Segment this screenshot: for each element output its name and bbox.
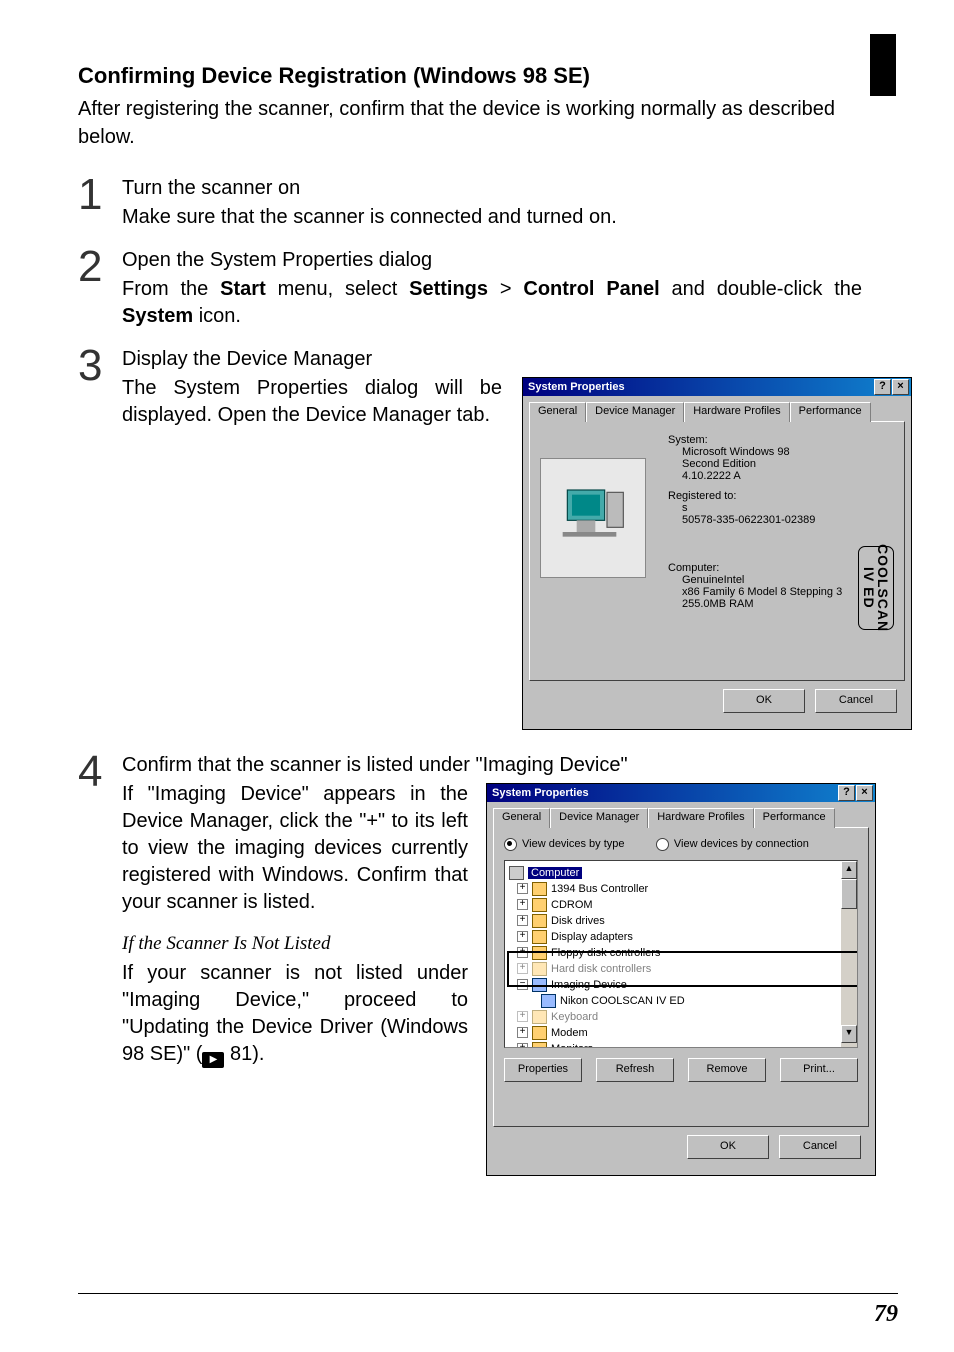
- tab-hardware-profiles[interactable]: Hardware Profiles: [648, 808, 753, 828]
- tab-hardware-profiles[interactable]: Hardware Profiles: [684, 402, 789, 422]
- edge-tab-marker: [870, 34, 896, 96]
- tab-performance[interactable]: Performance: [754, 808, 835, 828]
- system-value: Second Edition: [668, 458, 842, 470]
- help-button[interactable]: ?: [838, 785, 855, 801]
- computer-value: 255.0MB RAM: [668, 598, 842, 610]
- scroll-thumb[interactable]: [841, 879, 857, 909]
- radio-view-by-type[interactable]: View devices by type: [504, 838, 625, 851]
- step-text: Make sure that the scanner is connected …: [122, 204, 862, 231]
- page-footer-rule: [78, 1293, 898, 1294]
- ok-button[interactable]: OK: [723, 689, 805, 713]
- tree-item[interactable]: Floppy disk controllers: [551, 947, 660, 959]
- dialog-title: System Properties: [492, 784, 589, 802]
- scroll-up-button[interactable]: ▲: [841, 861, 857, 879]
- tab-general[interactable]: General: [493, 808, 550, 828]
- t: and double-click the: [660, 278, 862, 300]
- tab-performance[interactable]: Performance: [790, 402, 871, 422]
- cancel-button[interactable]: Cancel: [815, 689, 897, 713]
- system-properties-dialog-general: System Properties ? × General Device Man…: [522, 377, 912, 730]
- section-title: Confirming Device Registration (Windows …: [78, 62, 862, 91]
- step-title: Open the System Properties dialog: [122, 247, 862, 274]
- step-title: Display the Device Manager: [122, 346, 912, 373]
- step-number: 4: [78, 750, 104, 1176]
- t: menu, select: [266, 278, 409, 300]
- step-3: 3 Display the Device Manager The System …: [78, 344, 862, 730]
- step-text: From the Start menu, select Settings > C…: [122, 276, 862, 330]
- help-button[interactable]: ?: [874, 379, 891, 395]
- radio-label: View devices by type: [522, 838, 625, 850]
- system-value: Microsoft Windows 98: [668, 446, 842, 458]
- computer-value: x86 Family 6 Model 8 Stepping 3: [668, 586, 842, 598]
- refresh-button[interactable]: Refresh: [596, 1058, 674, 1082]
- properties-button[interactable]: Properties: [504, 1058, 582, 1082]
- intro-text: After registering the scanner, confirm t…: [78, 95, 862, 151]
- system-info-block: System: Microsoft Windows 98 Second Edit…: [668, 432, 842, 610]
- tab-strip: General Device Manager Hardware Profiles…: [529, 402, 905, 422]
- computer-illustration-icon: [540, 458, 646, 578]
- page-number: 79: [874, 1301, 898, 1328]
- remove-button[interactable]: Remove: [688, 1058, 766, 1082]
- radio-view-by-connection[interactable]: View devices by connection: [656, 838, 809, 851]
- step-title: Turn the scanner on: [122, 175, 862, 202]
- bold: Start: [220, 278, 266, 300]
- tab-device-manager[interactable]: Device Manager: [550, 808, 648, 828]
- system-value: 4.10.2222 A: [668, 470, 842, 482]
- tab-strip: General Device Manager Hardware Profiles…: [493, 808, 869, 828]
- tree-item[interactable]: 1394 Bus Controller: [551, 883, 648, 895]
- close-button[interactable]: ×: [856, 785, 873, 801]
- t: >: [488, 278, 523, 300]
- bold: Settings: [409, 278, 488, 300]
- t: icon.: [193, 305, 241, 327]
- registered-value: 50578-335-0622301-02389: [668, 514, 842, 526]
- tree-item[interactable]: Display adapters: [551, 931, 633, 943]
- step-text: If "Imaging Device" appears in the Devic…: [122, 781, 468, 916]
- device-tree[interactable]: Computer +1394 Bus Controller +CDROM +Di…: [504, 860, 858, 1048]
- tree-child-scanner[interactable]: Nikon COOLSCAN IV ED: [560, 995, 685, 1007]
- bold: Control Panel: [523, 278, 659, 300]
- tree-root[interactable]: Computer: [528, 867, 582, 879]
- tree-item[interactable]: Keyboard: [551, 1011, 598, 1023]
- t: From the: [122, 278, 220, 300]
- step-number: 1: [78, 173, 104, 231]
- step-number: 2: [78, 245, 104, 330]
- close-button[interactable]: ×: [892, 379, 909, 395]
- computer-label: Computer:: [668, 562, 842, 574]
- radio-label: View devices by connection: [674, 838, 809, 850]
- tree-item[interactable]: Monitors: [551, 1043, 593, 1048]
- subtext: If your scanner is not listed under "Ima…: [122, 960, 468, 1068]
- tree-item[interactable]: Hard disk controllers: [551, 963, 651, 975]
- t: 81).: [224, 1043, 264, 1065]
- tree-item[interactable]: Modem: [551, 1027, 588, 1039]
- registered-value: s: [668, 502, 842, 514]
- tab-general[interactable]: General: [529, 402, 586, 422]
- tree-item-imaging-device[interactable]: Imaging Device: [551, 979, 627, 991]
- page-ref-icon: ▶: [202, 1052, 224, 1068]
- ok-button[interactable]: OK: [687, 1135, 769, 1159]
- scrollbar[interactable]: ▲ ▼: [841, 861, 857, 1047]
- registered-label: Registered to:: [668, 490, 842, 502]
- subheading: If the Scanner Is Not Listed: [122, 932, 468, 957]
- print-button[interactable]: Print...: [780, 1058, 858, 1082]
- t: If your scanner is not listed under "Ima…: [122, 962, 468, 1065]
- step-text: The System Properties dialog will be dis…: [122, 375, 502, 730]
- step-number: 3: [78, 344, 104, 730]
- computer-value: GenuineIntel: [668, 574, 842, 586]
- side-tab-label: COOLSCAN IV ED: [862, 544, 890, 632]
- step-title: Confirm that the scanner is listed under…: [122, 752, 876, 779]
- scroll-down-button[interactable]: ▼: [841, 1025, 857, 1043]
- dialog-title: System Properties: [528, 378, 625, 396]
- cancel-button[interactable]: Cancel: [779, 1135, 861, 1159]
- step-4: 4 Confirm that the scanner is listed und…: [78, 750, 862, 1176]
- step-2: 2 Open the System Properties dialog From…: [78, 245, 862, 330]
- system-label: System:: [668, 434, 842, 446]
- tab-device-manager[interactable]: Device Manager: [586, 402, 684, 422]
- system-properties-dialog-device-manager: System Properties ? × General Device Man…: [486, 783, 876, 1176]
- tree-item[interactable]: CDROM: [551, 899, 593, 911]
- bold: System: [122, 305, 193, 327]
- tree-item[interactable]: Disk drives: [551, 915, 605, 927]
- side-tab-coolscan: COOLSCAN IV ED: [858, 546, 894, 630]
- step-1: 1 Turn the scanner on Make sure that the…: [78, 173, 862, 231]
